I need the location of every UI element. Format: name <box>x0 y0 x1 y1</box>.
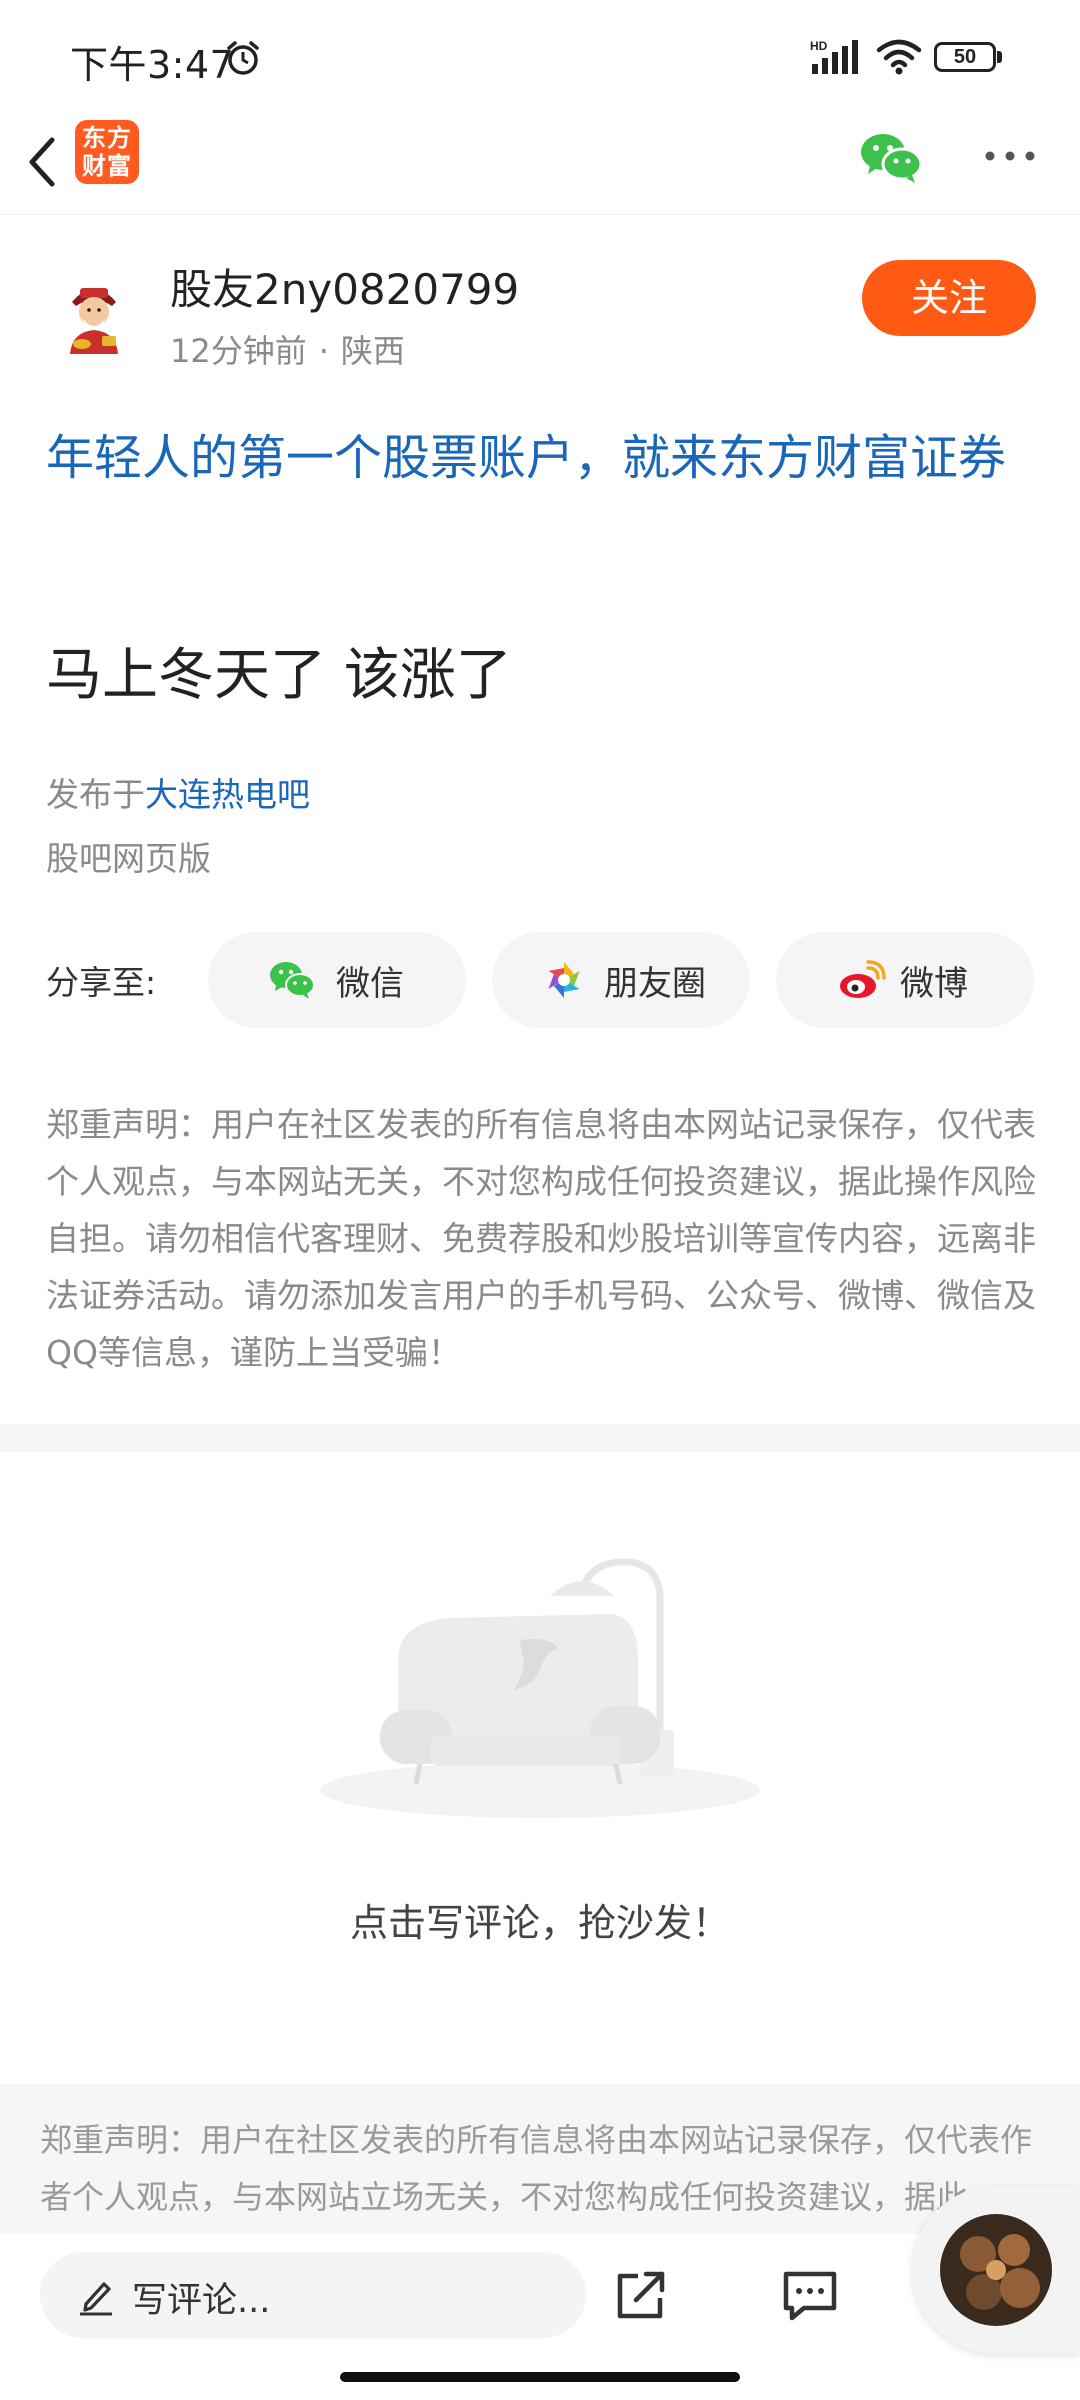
share-wechat-label: 微信 <box>336 964 404 1004</box>
author-name[interactable]: 股友2ny0820799 <box>170 256 519 317</box>
battery-level: 50 <box>934 42 996 72</box>
stock-bar-link[interactable]: 大连热电吧 <box>145 775 310 814</box>
follow-button[interactable]: 关注 <box>862 260 1036 336</box>
empty-sofa-illustration <box>320 1558 760 1818</box>
floating-avatar-image <box>940 2214 1052 2326</box>
wechat-share-icon[interactable] <box>858 128 924 188</box>
published-prefix: 发布于 <box>46 775 145 814</box>
write-comment-prompt[interactable]: 点击写评论，抢沙发！ <box>0 1892 1080 1947</box>
home-indicator <box>340 2372 740 2382</box>
published-in: 发布于大连热电吧 <box>46 768 310 816</box>
share-moments-button[interactable]: 朋友圈 <box>492 932 750 1028</box>
status-bar: 下午3:47 HD 50 <box>0 0 1080 110</box>
wifi-icon <box>876 39 922 75</box>
share-out-icon[interactable] <box>612 2268 672 2324</box>
post-title: 马上冬天了 该涨了 <box>46 643 512 708</box>
app-header: 东方 财富 <box>0 110 1080 215</box>
section-divider <box>0 1424 1080 1452</box>
comment-placeholder: 写评论... <box>132 2281 271 2321</box>
author-location: 陕西 <box>340 332 405 370</box>
status-time: 下午3:47 <box>70 43 235 87</box>
meta-separator: · <box>318 332 329 370</box>
post-source: 股吧网页版 <box>46 839 211 878</box>
author-row: 股友2ny0820799 12分钟前 · 陕西 关注 <box>0 250 1080 380</box>
signal-icon: HD <box>810 39 858 74</box>
alarm-icon <box>227 41 259 75</box>
author-meta: 12分钟前 · 陕西 <box>170 326 405 372</box>
share-label: 分享至: <box>46 963 157 1002</box>
weibo-icon <box>840 960 886 998</box>
floating-widget[interactable] <box>912 2186 1080 2354</box>
pencil-icon <box>80 2282 112 2316</box>
share-weibo-label: 微博 <box>900 964 968 1004</box>
footer-disclaimer: 郑重声明：用户在社区发表的所有信息将由本网站记录保存，仅代表作者个人观点，与本网… <box>0 2084 1080 2234</box>
post-time: 12分钟前 <box>170 332 307 370</box>
logo-text-bottom: 财富 <box>82 152 132 180</box>
more-options-icon[interactable] <box>982 146 1038 166</box>
comment-input[interactable]: 写评论... <box>40 2252 586 2338</box>
share-wechat-button[interactable]: 微信 <box>208 932 466 1028</box>
eastmoney-logo[interactable]: 东方 财富 <box>75 120 139 184</box>
promo-link[interactable]: 年轻人的第一个股票账户，就来东方财富证券 <box>46 420 1036 496</box>
share-moments-label: 朋友圈 <box>604 964 706 1004</box>
wechat-icon <box>270 962 315 999</box>
footer-disclaimer-text: 郑重声明：用户在社区发表的所有信息将由本网站记录保存，仅代表作者个人观点，与本网… <box>40 2121 1033 2216</box>
avatar[interactable] <box>52 272 136 356</box>
share-row: 分享至: 微信 朋友圈 微博 <box>0 930 1080 1030</box>
moments-icon <box>548 962 580 998</box>
logo-text-top: 东方 <box>82 124 132 152</box>
share-weibo-button[interactable]: 微博 <box>776 932 1034 1028</box>
battery-icon: 50 <box>934 42 1004 74</box>
comments-icon[interactable] <box>780 2268 840 2324</box>
svg-text:HD: HD <box>810 39 828 53</box>
disclaimer-text: 郑重声明：用户在社区发表的所有信息将由本网站记录保存，仅代表个人观点，与本网站无… <box>46 1105 1036 1372</box>
back-arrow-icon[interactable] <box>22 132 62 192</box>
